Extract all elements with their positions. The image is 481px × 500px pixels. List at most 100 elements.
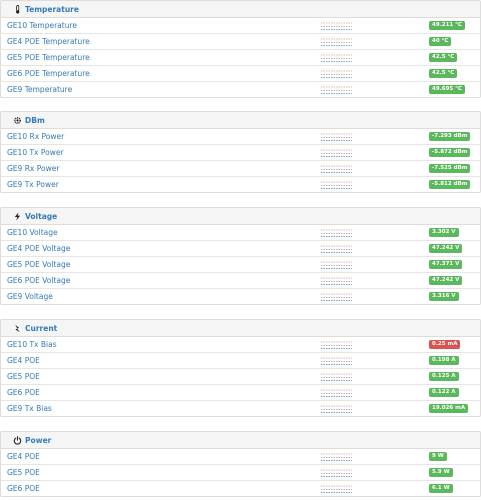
value-badge: -7.293 dBm bbox=[429, 132, 471, 141]
sparkline-graph[interactable] bbox=[321, 467, 357, 478]
sparkline-graph[interactable] bbox=[321, 243, 357, 254]
panel-title: Power bbox=[25, 435, 52, 445]
panel-header: Temperature bbox=[1, 1, 480, 18]
sensor-row: GE6 POE 0.122 A bbox=[1, 385, 480, 401]
value-badge: -5.872 dBm bbox=[429, 148, 471, 157]
sensor-label-link[interactable]: GE5 POE Voltage bbox=[7, 260, 70, 269]
value-badge: 47.242 V bbox=[429, 276, 463, 285]
sensor-label-link[interactable]: GE5 POE bbox=[7, 468, 40, 477]
sensor-row: GE6 POE 6.1 W bbox=[1, 481, 480, 496]
sensor-row: GE10 Rx Power -7.293 dBm bbox=[1, 129, 480, 145]
sparkline-graph[interactable] bbox=[321, 84, 357, 95]
sensor-row: GE6 POE Voltage 47.242 V bbox=[1, 273, 480, 289]
value-badge: 42.5 °C bbox=[429, 53, 458, 62]
sparkline-graph[interactable] bbox=[321, 339, 357, 350]
sparkline-graph[interactable] bbox=[321, 387, 357, 398]
sparkline-graph[interactable] bbox=[321, 179, 357, 190]
sensor-row: GE10 Temperature 49.211 °C bbox=[1, 18, 480, 34]
sparkline-graph[interactable] bbox=[321, 451, 357, 462]
value-badge: 19.026 mA bbox=[429, 404, 469, 413]
value-badge: 47.242 V bbox=[429, 244, 463, 253]
sparkline-graph[interactable] bbox=[321, 291, 357, 302]
sparkline-graph[interactable] bbox=[321, 147, 357, 158]
sensor-row: GE5 POE Temperature 42.5 °C bbox=[1, 50, 480, 66]
panel-title: Temperature bbox=[25, 4, 79, 14]
value-badge: 47.371 V bbox=[429, 260, 463, 269]
thermometer-icon bbox=[16, 4, 20, 13]
sensor-label-link[interactable]: GE6 POE bbox=[7, 484, 40, 493]
sensor-label-link[interactable]: GE5 POE Temperature bbox=[7, 53, 90, 62]
sensor-label-link[interactable]: GE9 Temperature bbox=[7, 85, 72, 94]
sensor-label-link[interactable]: GE10 Voltage bbox=[7, 228, 58, 237]
sparkline-graph[interactable] bbox=[321, 163, 357, 174]
sparkline-graph[interactable] bbox=[321, 483, 357, 494]
sparkline-graph[interactable] bbox=[321, 68, 357, 79]
value-badge: 0.125 A bbox=[429, 372, 459, 381]
sensor-row: GE9 Temperature 49.695 °C bbox=[1, 82, 480, 97]
sensor-row: GE9 Tx Bias 19.026 mA bbox=[1, 401, 480, 416]
panel-current: Current GE10 Tx Bias 0.25 mA GE4 POE 0.198 … bbox=[0, 319, 481, 417]
value-badge: 3.316 V bbox=[429, 292, 459, 301]
sensor-row: GE9 Tx Power -5.812 dBm bbox=[1, 177, 480, 192]
panel-title: Current bbox=[25, 323, 58, 333]
sensor-label-link[interactable]: GE6 POE bbox=[7, 388, 40, 397]
sensor-row: GE6 POE Temperature 42.5 °C bbox=[1, 66, 480, 82]
sensor-label-link[interactable]: GE4 POE Voltage bbox=[7, 244, 70, 253]
power-icon bbox=[13, 435, 22, 445]
panel-title: Voltage bbox=[25, 211, 58, 221]
sparkline-graph[interactable] bbox=[321, 20, 357, 31]
sensor-label-link[interactable]: GE6 POE Voltage bbox=[7, 276, 70, 285]
sensor-row: GE4 POE 0.198 A bbox=[1, 353, 480, 369]
sensor-row: GE4 POE Temperature 40 °C bbox=[1, 34, 480, 50]
value-badge: 3.302 V bbox=[429, 228, 459, 237]
sparkline-graph[interactable] bbox=[321, 371, 357, 382]
current-icon bbox=[15, 324, 20, 332]
sparkline-graph[interactable] bbox=[321, 52, 357, 63]
sensor-label-link[interactable]: GE10 Tx Bias bbox=[7, 340, 57, 349]
sensor-label-link[interactable]: GE9 Rx Power bbox=[7, 164, 59, 173]
sparkline-graph[interactable] bbox=[321, 403, 357, 414]
sparkline-graph[interactable] bbox=[321, 131, 357, 142]
sensor-row: GE10 Voltage 3.302 V bbox=[1, 225, 480, 241]
value-badge: 0.25 mA bbox=[429, 340, 461, 349]
panel-dbm: DBm GE10 Rx Power -7.293 dBm GE10 Tx Power… bbox=[0, 111, 481, 193]
sensor-label-link[interactable]: GE5 POE bbox=[7, 372, 40, 381]
value-badge: 9 W bbox=[429, 452, 447, 461]
value-badge: 49.211 °C bbox=[429, 21, 465, 30]
sensor-label-link[interactable]: GE9 Tx Bias bbox=[7, 404, 52, 413]
sensor-label-link[interactable]: GE4 POE bbox=[7, 356, 40, 365]
sparkline-graph[interactable] bbox=[321, 227, 357, 238]
sparkline-graph[interactable] bbox=[321, 275, 357, 286]
value-badge: 0.122 A bbox=[429, 388, 459, 397]
bolt-icon bbox=[14, 211, 21, 221]
value-badge: 5.9 W bbox=[429, 468, 453, 477]
sparkline-graph[interactable] bbox=[321, 355, 357, 366]
sparkline-graph[interactable] bbox=[321, 259, 357, 270]
sensor-label-link[interactable]: GE10 Tx Power bbox=[7, 148, 64, 157]
value-badge: 40 °C bbox=[429, 37, 452, 46]
sensor-row: GE10 Tx Power -5.872 dBm bbox=[1, 145, 480, 161]
sensor-label-link[interactable]: GE4 POE bbox=[7, 452, 40, 461]
value-badge: -5.812 dBm bbox=[429, 180, 471, 189]
panel-header: Voltage bbox=[1, 208, 480, 225]
panel-header: Current bbox=[1, 320, 480, 337]
sensor-label-link[interactable]: GE9 Voltage bbox=[7, 292, 53, 301]
value-badge: 0.198 A bbox=[429, 356, 459, 365]
sensor-row: GE4 POE Voltage 47.242 V bbox=[1, 241, 480, 257]
sensor-row: GE5 POE Voltage 47.371 V bbox=[1, 257, 480, 273]
sensor-row: GE5 POE 0.125 A bbox=[1, 369, 480, 385]
sensor-label-link[interactable]: GE9 Tx Power bbox=[7, 180, 59, 189]
sensor-label-link[interactable]: GE6 POE Temperature bbox=[7, 69, 90, 78]
sensor-row: GE9 Voltage 3.316 V bbox=[1, 289, 480, 304]
panel-header: DBm bbox=[1, 112, 480, 129]
sensor-row: GE5 POE 5.9 W bbox=[1, 465, 480, 481]
sparkline-graph[interactable] bbox=[321, 36, 357, 47]
panel-title: DBm bbox=[25, 115, 45, 125]
sensor-label-link[interactable]: GE4 POE Temperature bbox=[7, 37, 90, 46]
panel-power: Power GE4 POE 9 W GE5 POE 5.9 W GE6 POE 6.1 W bbox=[0, 431, 481, 497]
sensor-row: GE4 POE 9 W bbox=[1, 449, 480, 465]
value-badge: 42.5 °C bbox=[429, 69, 458, 78]
sensor-label-link[interactable]: GE10 Temperature bbox=[7, 21, 77, 30]
sensor-row: GE10 Tx Bias 0.25 mA bbox=[1, 337, 480, 353]
sensor-label-link[interactable]: GE10 Rx Power bbox=[7, 132, 64, 141]
